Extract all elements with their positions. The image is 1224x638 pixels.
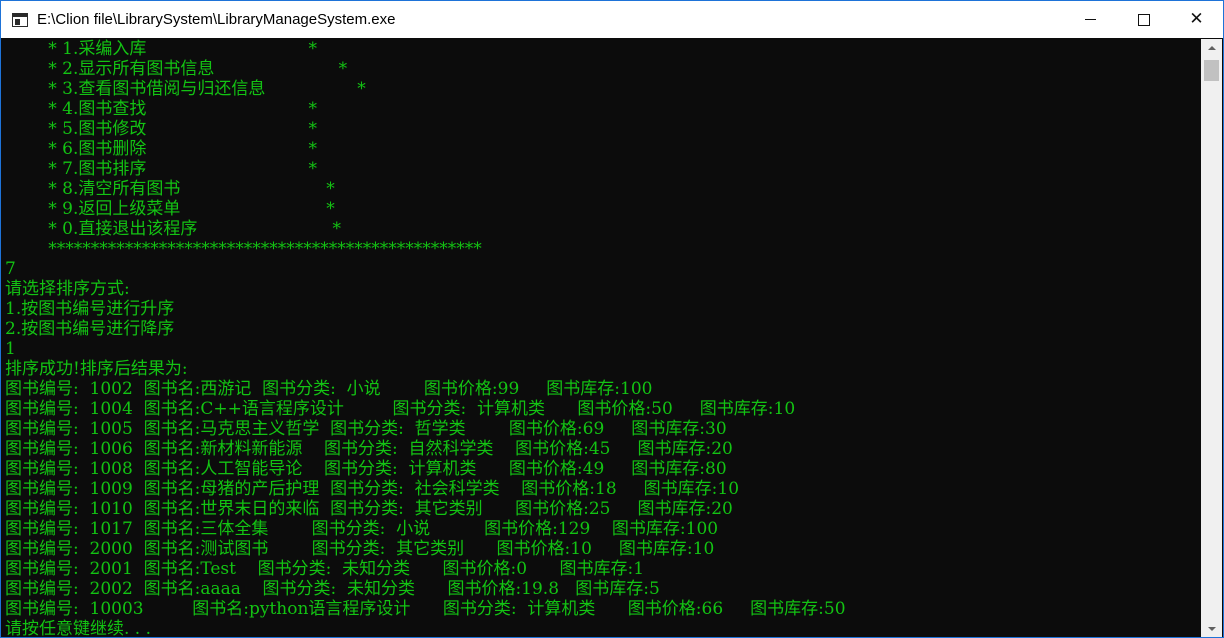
console-output[interactable]: * 1.采编入库 * * 2.显示所有图书信息 * * 3.查看图书借阅与归还信…: [2, 39, 1200, 637]
console-line: 图书编号: 1002 图书名:西游记 图书分类: 小说 图书价格:99 图书库存…: [5, 379, 653, 399]
scrollbar-thumb[interactable]: [1204, 60, 1219, 81]
console-line: * 7.图书排序 *: [5, 159, 317, 179]
console-line: * 0.直接退出该程序 *: [5, 219, 341, 239]
console-line: 图书编号: 2000 图书名:测试图书 图书分类: 其它类别 图书价格:10 图…: [5, 539, 715, 559]
console-window: E:\Clion file\LibrarySystem\LibraryManag…: [0, 0, 1224, 638]
console-line: 图书编号: 1005 图书名:马克思主义哲学 图书分类: 哲学类 图书价格:69…: [5, 419, 727, 439]
console-line: * 1.采编入库 *: [5, 39, 317, 59]
console-line: * 6.图书删除 *: [5, 139, 317, 159]
console-line: * 4.图书查找 *: [5, 99, 317, 119]
minimize-button[interactable]: [1064, 1, 1117, 38]
close-icon: ✕: [1189, 9, 1204, 29]
console-line: 图书编号: 1004 图书名:C++语言程序设计 图书分类: 计算机类 图书价格…: [5, 399, 796, 419]
title-bar[interactable]: E:\Clion file\LibrarySystem\LibraryManag…: [1, 1, 1223, 38]
console-line: 图书编号: 10003 图书名:python语言程序设计 图书分类: 计算机类 …: [5, 599, 846, 619]
minimize-icon: [1085, 19, 1096, 20]
console-line: * 2.显示所有图书信息 *: [5, 59, 348, 79]
scroll-up-arrow-icon[interactable]: [1201, 39, 1222, 56]
console-line: * 5.图书修改 *: [5, 119, 317, 139]
window-controls: ✕: [1064, 1, 1223, 38]
console-line: 2.按图书编号进行降序: [5, 319, 175, 339]
console-line: 图书编号: 1009 图书名:母猪的产后护理 图书分类: 社会科学类 图书价格:…: [5, 479, 740, 499]
console-line: ****************************************…: [5, 239, 482, 259]
console-line: 请选择排序方式:: [5, 279, 130, 299]
console-line: 7: [5, 259, 16, 279]
maximize-button[interactable]: [1117, 1, 1170, 38]
vertical-scrollbar[interactable]: [1201, 39, 1222, 637]
console-line: 1: [5, 339, 16, 359]
console-line: 排序成功!排序后结果为:: [5, 359, 188, 379]
console-line: 1.按图书编号进行升序: [5, 299, 175, 319]
console-line: 图书编号: 2001 图书名:Test 图书分类: 未知分类 图书价格:0 图书…: [5, 559, 645, 579]
console-app-icon[interactable]: [12, 12, 28, 27]
console-line: 图书编号: 2002 图书名:aaaa 图书分类: 未知分类 图书价格:19.8…: [5, 579, 660, 599]
console-line: 图书编号: 1017 图书名:三体全集 图书分类: 小说 图书价格:129 图书…: [5, 519, 719, 539]
console-line: 图书编号: 1006 图书名:新材料新能源 图书分类: 自然科学类 图书价格:4…: [5, 439, 733, 459]
console-line: 图书编号: 1010 图书名:世界末日的来临 图书分类: 其它类别 图书价格:2…: [5, 499, 733, 519]
scroll-down-arrow-icon[interactable]: [1201, 620, 1222, 637]
window-title: E:\Clion file\LibrarySystem\LibraryManag…: [37, 11, 396, 28]
maximize-icon: [1137, 13, 1150, 26]
console-line: * 9.返回上级菜单 *: [5, 199, 335, 219]
console-line: 图书编号: 1008 图书名:人工智能导论 图书分类: 计算机类 图书价格:49…: [5, 459, 727, 479]
console-line: * 3.查看图书借阅与归还信息 *: [5, 79, 366, 99]
close-button[interactable]: ✕: [1170, 1, 1223, 38]
continue-prompt-line: 请按任意键继续. . .: [5, 619, 152, 637]
console-line: * 8.清空所有图书 *: [5, 179, 335, 199]
